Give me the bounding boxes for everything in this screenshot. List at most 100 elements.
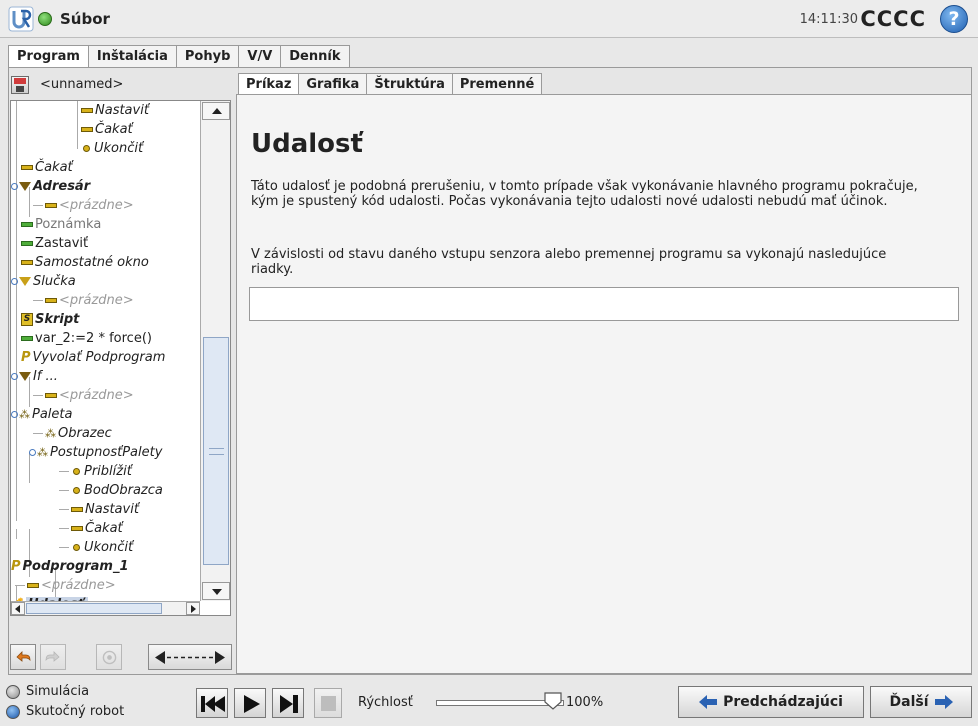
tree-node[interactable]: ⁂ Obrazec [33, 424, 112, 443]
radio-icon[interactable] [6, 685, 20, 699]
tree-node[interactable]: Čakať [81, 120, 133, 139]
tree-node[interactable]: Čakať [21, 158, 73, 177]
status-dot-icon [38, 12, 52, 26]
tab-move[interactable]: Pohyb [175, 45, 240, 68]
footer-bar: Simulácia Skutočný robot Rýchlosť 100% P… [0, 678, 978, 726]
speed-value: 100% [566, 695, 604, 710]
tree-node[interactable]: Zastaviť [21, 234, 88, 253]
wait-icon [21, 165, 33, 170]
tree-node[interactable]: ⁂ Paleta [11, 405, 72, 424]
scroll-right-button[interactable] [186, 602, 200, 615]
redo-icon [45, 651, 60, 662]
left-right-arrow-icon [155, 651, 225, 664]
scroll-thumb[interactable] [203, 337, 229, 565]
tree-node[interactable]: BodObrazca [59, 481, 163, 500]
if-icon [19, 372, 31, 381]
step-forward-icon [280, 695, 298, 713]
pattern-icon: ⁂ [45, 427, 56, 440]
scroll-up-button[interactable] [202, 102, 230, 120]
scroll-left-button[interactable] [11, 602, 25, 615]
empty-icon [45, 393, 57, 398]
delete-node-button[interactable] [96, 644, 122, 670]
tree-node[interactable]: Nastaviť [59, 500, 139, 519]
expand-icon[interactable] [29, 449, 36, 456]
top-bar: Súbor 14:11:30 CCCC ? [0, 0, 978, 38]
radio-selected-icon[interactable] [6, 705, 20, 719]
scroll-thumb-horizontal[interactable] [26, 603, 162, 614]
file-menu[interactable]: Súbor [60, 10, 110, 28]
tree-node[interactable]: <prázdne> [33, 291, 134, 310]
event-expression-field[interactable] [249, 287, 959, 321]
waypoint-icon [73, 487, 80, 494]
speed-slider-thumb[interactable] [544, 692, 562, 710]
tree-node[interactable]: P Vyvolať Podprogram [21, 348, 165, 367]
undo-button[interactable] [10, 644, 36, 670]
mode-simulation[interactable]: Simulácia [6, 684, 89, 699]
tab-command[interactable]: Príkaz [238, 73, 300, 95]
expand-icon[interactable] [11, 278, 18, 285]
tree-node[interactable]: <prázdne> [15, 576, 116, 595]
arrow-left-icon [699, 695, 718, 709]
folder-icon [19, 182, 31, 191]
skip-back-icon [201, 696, 225, 712]
tree-node[interactable]: Slučka [11, 272, 76, 291]
circle-icon [102, 650, 117, 665]
tree-node[interactable]: Ukončiť [59, 538, 133, 557]
rewind-button[interactable] [196, 688, 228, 718]
tree-node[interactable]: Adresár [11, 177, 90, 196]
expand-icon[interactable] [11, 373, 18, 380]
tab-io[interactable]: V/V [238, 45, 282, 68]
empty-icon [45, 298, 57, 303]
waypoint-icon [73, 544, 80, 551]
tree-vertical-scrollbar[interactable] [200, 101, 230, 601]
tab-variables[interactable]: Premenné [451, 73, 543, 95]
comment-icon [21, 222, 33, 227]
next-button[interactable]: Ďalší [870, 686, 972, 718]
expand-collapse-button[interactable] [148, 644, 232, 670]
play-button[interactable] [234, 688, 266, 718]
tab-structure[interactable]: Štruktúra [366, 73, 453, 95]
tree-node[interactable]: If ... [11, 367, 58, 386]
tab-graphics[interactable]: Grafika [298, 73, 368, 95]
tab-log[interactable]: Denník [280, 45, 350, 68]
help-icon[interactable]: ? [940, 5, 968, 33]
tree-node[interactable]: Nastaviť [81, 101, 149, 120]
previous-button[interactable]: Predchádzajúci [678, 686, 864, 718]
universal-robots-logo-icon [8, 6, 34, 32]
loop-icon [19, 277, 31, 286]
tree-node[interactable]: <prázdne> [33, 196, 134, 215]
stop-button[interactable] [314, 688, 342, 718]
tree-node[interactable]: Poznámka [21, 215, 101, 234]
tree-node[interactable]: Samostatné okno [21, 253, 149, 272]
step-button[interactable] [272, 688, 304, 718]
command-panel: Udalosť Táto udalosť je podobná prerušen… [236, 94, 972, 674]
tree-node[interactable]: Ukončiť [81, 139, 143, 158]
scroll-down-button[interactable] [202, 582, 230, 600]
tree-node[interactable]: var_2:=2 * force() [21, 329, 152, 348]
program-header: <unnamed> [10, 72, 230, 98]
tree-node[interactable]: Čakať [59, 519, 123, 538]
play-icon [244, 695, 260, 713]
condition-description: V závislosti od stavu daného vstupu senz… [251, 247, 887, 277]
tree-toolbar [10, 644, 232, 672]
tree-node[interactable]: S Skript [21, 310, 79, 329]
tree-node[interactable]: Priblížiť [59, 462, 132, 481]
mode-real-robot[interactable]: Skutočný robot [6, 704, 124, 719]
tree-horizontal-scrollbar[interactable] [11, 601, 200, 615]
empty-icon [27, 583, 39, 588]
program-tree[interactable]: Nastaviť Čakať Ukončiť Čakať Adresár <pr… [10, 100, 231, 616]
expand-icon[interactable] [11, 183, 18, 190]
page-title: Udalosť [251, 129, 363, 159]
stop-icon [321, 696, 336, 711]
tree-node[interactable]: <prázdne> [33, 386, 134, 405]
subprogram-icon: P [11, 559, 21, 574]
tree-node[interactable]: P Podprogram_1 [11, 557, 129, 576]
program-name: <unnamed> [40, 77, 124, 92]
expand-icon[interactable] [11, 411, 18, 418]
redo-button[interactable] [40, 644, 66, 670]
tab-program[interactable]: Program [8, 45, 89, 69]
save-icon[interactable] [11, 76, 29, 94]
tree-node[interactable]: ⁂ PostupnosťPalety [29, 443, 162, 462]
tab-installation[interactable]: Inštalácia [87, 45, 177, 68]
assignment-icon [21, 336, 33, 341]
